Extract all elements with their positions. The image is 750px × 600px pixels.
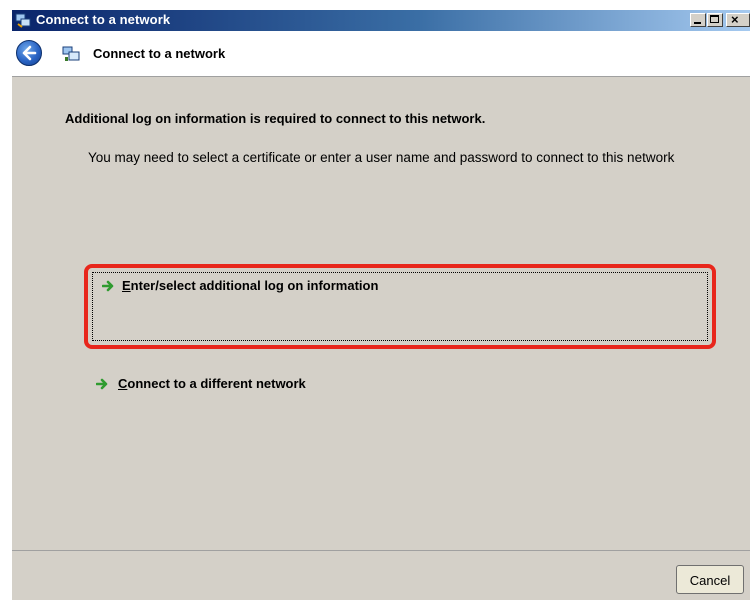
instruction-heading: Additional log on information is require…: [65, 111, 486, 126]
wizard-footer: Cancel: [12, 550, 750, 600]
option-text: nter/select additional log on informatio…: [130, 278, 379, 293]
connect-different-network-label: Connect to a different network: [118, 376, 306, 391]
network-icon: [62, 46, 80, 61]
title-bar[interactable]: Connect to a network ×: [12, 10, 750, 31]
wizard-header: Connect to a network: [12, 31, 750, 76]
close-button[interactable]: ×: [726, 12, 750, 27]
connect-network-window: Connect to a network × Connect to a netw…: [12, 10, 750, 600]
wizard-title: Connect to a network: [93, 46, 226, 61]
mnemonic-letter: E: [122, 278, 131, 293]
cancel-button[interactable]: Cancel: [676, 565, 744, 594]
minimize-button[interactable]: [690, 13, 706, 27]
window-title: Connect to a network: [36, 12, 171, 27]
connect-different-network-option[interactable]: Connect to a different network: [84, 373, 716, 399]
option-text: onnect to a different network: [127, 376, 306, 391]
green-arrow-icon: [96, 378, 108, 390]
back-arrow-icon: [22, 45, 37, 61]
minimize-icon: [694, 22, 701, 24]
mnemonic-letter: C: [118, 376, 128, 391]
maximize-button[interactable]: [707, 13, 723, 27]
network-app-icon: [15, 13, 31, 28]
instruction-description: You may need to select a certificate or …: [88, 150, 675, 165]
enter-logon-info-option[interactable]: Enter/select additional log on informati…: [84, 264, 716, 349]
maximize-icon: [710, 15, 719, 23]
green-arrow-icon: [102, 280, 114, 292]
enter-logon-info-label: Enter/select additional log on informati…: [122, 278, 378, 293]
wizard-content: Additional log on information is require…: [12, 76, 750, 551]
close-icon: ×: [731, 12, 739, 27]
back-button[interactable]: [16, 40, 42, 66]
